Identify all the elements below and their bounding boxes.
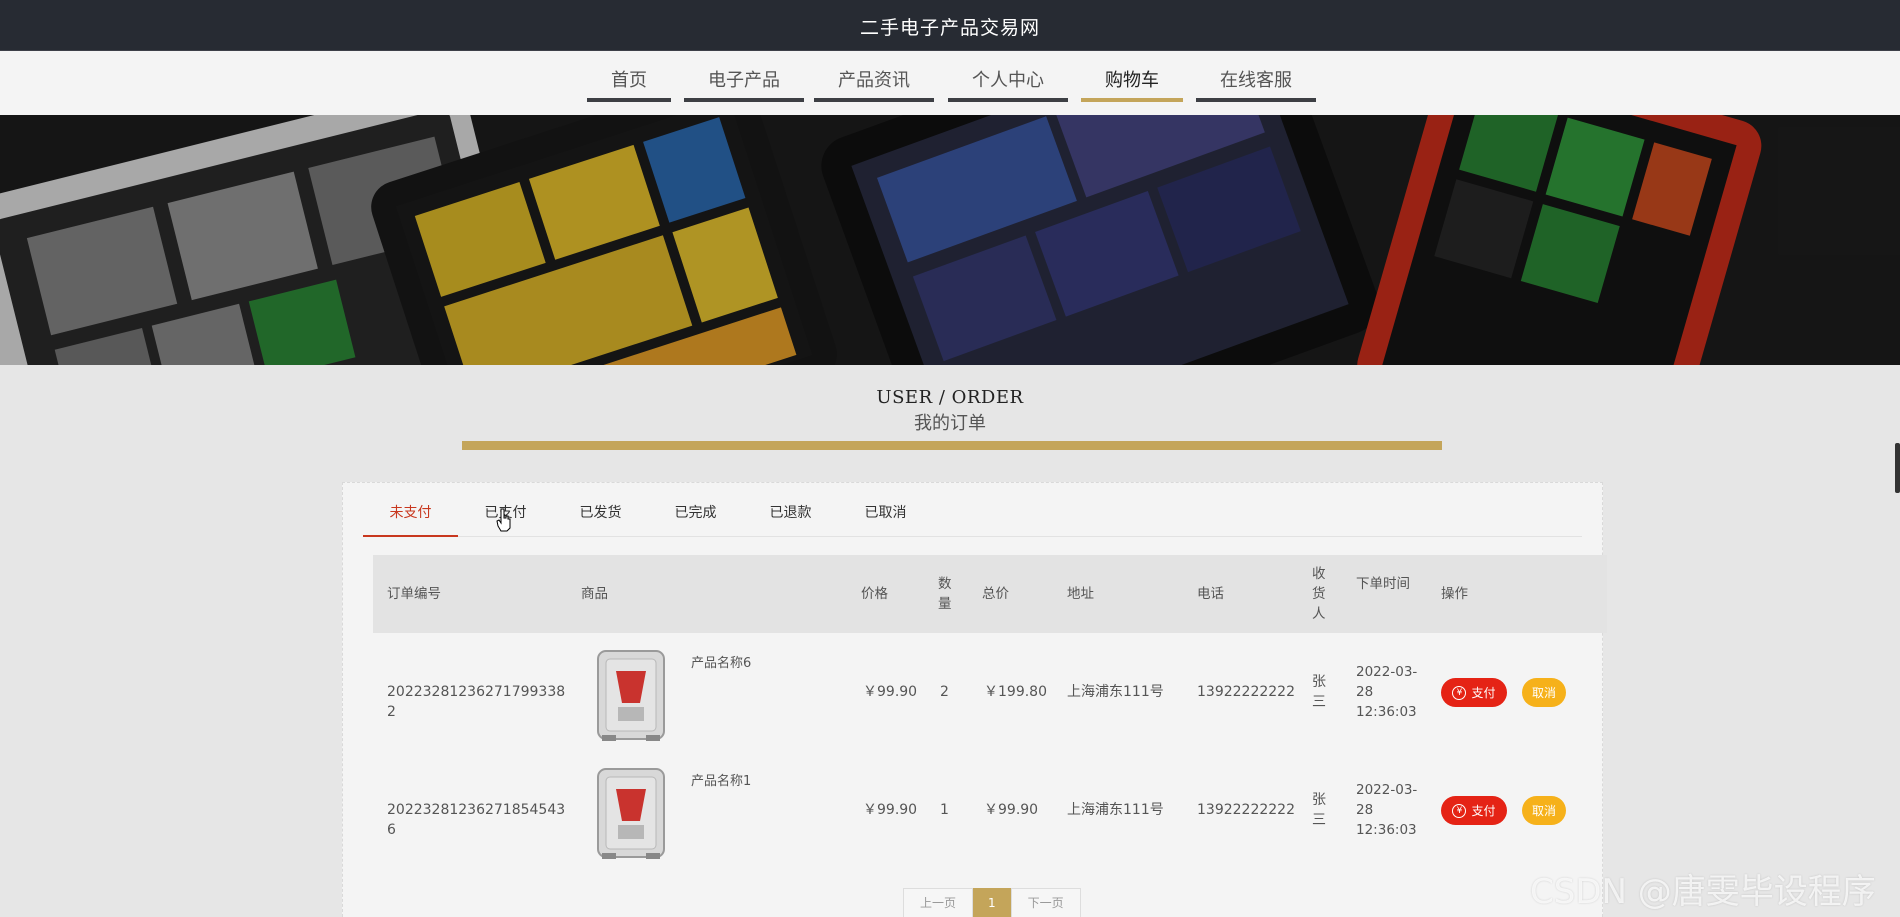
order-number: 20223281236271799338 2 [387, 684, 566, 720]
price: ￥99.90 [863, 802, 918, 818]
nav-label: 在线客服 [1220, 70, 1292, 91]
order-time: 2022-03-28 12:36:03 [1356, 782, 1418, 838]
header-phone: 电话 [1197, 586, 1224, 602]
nav-underline [1081, 98, 1183, 102]
pay-label: 支付 [1471, 686, 1496, 700]
banner-image [0, 115, 1900, 365]
nav-item-home[interactable]: 首页 [587, 68, 671, 102]
nav-item-profile[interactable]: 个人中心 [948, 68, 1068, 102]
address: 上海浦东111号 [1067, 684, 1164, 700]
quantity: 2 [940, 684, 949, 700]
header-receiver: 收货人 [1312, 566, 1326, 622]
next-page-button[interactable]: 下一页 [1010, 888, 1081, 917]
header-qty: 数量 [938, 576, 952, 612]
banner-phones-illustration [0, 115, 1900, 365]
product-thumbnail[interactable] [592, 643, 670, 743]
tab-cancelled[interactable]: 已取消 [838, 501, 933, 537]
yen-icon: ¥ [1452, 685, 1467, 700]
cancel-button[interactable]: 取消 [1522, 796, 1566, 825]
total-price: ￥199.80 [984, 684, 1047, 700]
hand-cursor-icon [496, 508, 511, 532]
tab-completed[interactable]: 已完成 [648, 501, 743, 537]
table-row: 20223281236271799338 2 产品名称6 ￥99.90 2 ￥1… [373, 633, 1607, 751]
nav-label: 购物车 [1105, 70, 1159, 91]
nav-item-support[interactable]: 在线客服 [1196, 68, 1316, 102]
header-address: 地址 [1067, 586, 1094, 602]
product-name[interactable]: 产品名称6 [691, 654, 751, 674]
section-heading: USER / ORDER 我的订单 [0, 387, 1900, 435]
nav-item-cart[interactable]: 购物车 [1081, 68, 1183, 102]
order-status-tabs: 未支付 已支付 已发货 已完成 已退款 已取消 [363, 501, 1582, 537]
header-order-no: 订单编号 [387, 586, 441, 602]
top-bar: 二手电子产品交易网 [0, 0, 1900, 51]
phone: 13922222222 [1197, 684, 1295, 700]
pay-button[interactable]: ¥ 支付 [1441, 796, 1507, 825]
order-number: 20223281236271854543 6 [387, 802, 566, 838]
product-thumbnail[interactable] [592, 761, 670, 861]
header-product: 商品 [581, 586, 608, 602]
pay-label: 支付 [1471, 804, 1496, 818]
quantity: 1 [940, 802, 949, 818]
header-action: 操作 [1441, 586, 1468, 602]
prev-page-button[interactable]: 上一页 [903, 888, 974, 917]
nav-underline [1196, 98, 1316, 102]
tab-refunded[interactable]: 已退款 [743, 501, 838, 537]
nav-label: 首页 [611, 70, 647, 91]
header-price: 价格 [861, 586, 888, 602]
site-title: 二手电子产品交易网 [859, 17, 1040, 39]
address: 上海浦东111号 [1067, 802, 1164, 818]
nav-underline [587, 98, 671, 102]
nav-label: 电子产品 [708, 70, 780, 91]
product-name[interactable]: 产品名称1 [691, 772, 751, 792]
header-total: 总价 [982, 586, 1009, 602]
watermark: CSDN @唐雯毕设程序 [1530, 872, 1876, 912]
section-title-cn: 我的订单 [914, 413, 986, 434]
section-title-en: USER / ORDER [876, 387, 1024, 408]
yen-icon: ¥ [1452, 803, 1467, 818]
nav-item-products[interactable]: 电子产品 [684, 68, 804, 102]
table-row: 20223281236271854543 6 产品名称1 ￥99.90 1 ￥9… [373, 751, 1607, 869]
scrollbar-thumb[interactable] [1895, 443, 1900, 493]
nav-item-news[interactable]: 产品资讯 [814, 68, 934, 102]
nav-underline [948, 98, 1068, 102]
main-nav: 首页 电子产品 产品资讯 个人中心 购物车 在线客服 [0, 51, 1900, 115]
nav-underline [684, 98, 804, 102]
header-order-time: 下单时间 [1356, 576, 1410, 592]
cancel-button[interactable]: 取消 [1522, 678, 1566, 707]
price: ￥99.90 [863, 684, 918, 700]
nav-label: 产品资讯 [838, 70, 910, 91]
receiver: 张三 [1312, 792, 1326, 828]
nav-label: 个人中心 [972, 70, 1044, 91]
tab-shipped[interactable]: 已发货 [553, 501, 648, 537]
current-page[interactable]: 1 [973, 888, 1011, 917]
pagination: 上一页 1 下一页 [903, 888, 1081, 917]
order-time: 2022-03-28 12:36:03 [1356, 664, 1418, 720]
pay-button[interactable]: ¥ 支付 [1441, 678, 1507, 707]
orders-panel: 未支付 已支付 已发货 已完成 已退款 已取消 订单编号 商品 价格 数量 总价… [342, 482, 1607, 917]
receiver: 张三 [1312, 674, 1326, 710]
nav-underline [814, 98, 934, 102]
section-divider [462, 441, 1442, 450]
tab-unpaid[interactable]: 未支付 [363, 501, 458, 537]
table-header: 订单编号 商品 价格 数量 总价 地址 电话 收货人 下单时间 操作 [373, 555, 1607, 633]
phone: 13922222222 [1197, 802, 1295, 818]
total-price: ￥99.90 [984, 802, 1039, 818]
